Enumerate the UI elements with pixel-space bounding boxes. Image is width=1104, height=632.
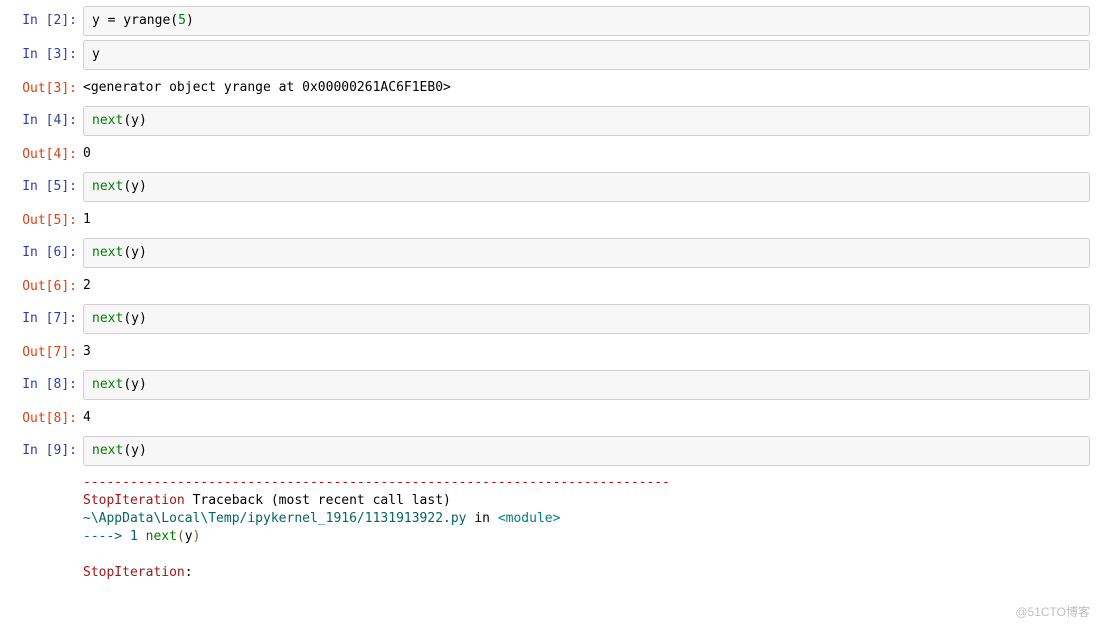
- output-prompt: Out[3]:: [8, 74, 83, 102]
- watermark: @51CTO博客: [1015, 603, 1090, 620]
- notebook-cell: Out[7]:3: [8, 338, 1096, 366]
- notebook-cell: In [9]:next(y): [8, 436, 1096, 466]
- notebook-cell: Out[6]:2: [8, 272, 1096, 300]
- output-prompt: Out[5]:: [8, 206, 83, 234]
- traceback-line: StopIteration Traceback (most recent cal…: [83, 492, 1090, 510]
- notebook-cell: In [7]:next(y): [8, 304, 1096, 334]
- notebook-cell: Out[3]:<generator object yrange at 0x000…: [8, 74, 1096, 102]
- output-text: <generator object yrange at 0x00000261AC…: [83, 74, 1090, 102]
- code-input[interactable]: y: [83, 40, 1090, 70]
- notebook-cell: Out[4]:0: [8, 140, 1096, 168]
- output-prompt: Out[7]:: [8, 338, 83, 366]
- code-input[interactable]: next(y): [83, 436, 1090, 466]
- notebook-cell: In [5]:next(y): [8, 172, 1096, 202]
- output-prompt: Out[4]:: [8, 140, 83, 168]
- notebook-container: In [2]:y = yrange(5)In [3]:yOut[3]:<gene…: [0, 0, 1104, 596]
- notebook-cell: In [3]:y: [8, 40, 1096, 70]
- code-input[interactable]: y = yrange(5): [83, 6, 1090, 36]
- code-input[interactable]: next(y): [83, 238, 1090, 268]
- output-text: 0: [83, 140, 1090, 168]
- code-input[interactable]: next(y): [83, 304, 1090, 334]
- traceback-line: ----------------------------------------…: [83, 474, 1090, 492]
- notebook-cell: ----------------------------------------…: [8, 470, 1096, 586]
- code-input[interactable]: next(y): [83, 370, 1090, 400]
- traceback-prompt: [8, 470, 83, 586]
- traceback-line: [83, 546, 1090, 564]
- traceback: ----------------------------------------…: [83, 470, 1090, 586]
- input-prompt: In [3]:: [8, 40, 83, 70]
- code-input[interactable]: next(y): [83, 106, 1090, 136]
- notebook-cell: Out[5]:1: [8, 206, 1096, 234]
- input-prompt: In [5]:: [8, 172, 83, 202]
- output-text: 1: [83, 206, 1090, 234]
- notebook-cell: In [8]:next(y): [8, 370, 1096, 400]
- code-input[interactable]: next(y): [83, 172, 1090, 202]
- input-prompt: In [9]:: [8, 436, 83, 466]
- output-text: 3: [83, 338, 1090, 366]
- traceback-line: StopIteration:: [83, 564, 1090, 582]
- input-prompt: In [8]:: [8, 370, 83, 400]
- notebook-cell: In [2]:y = yrange(5): [8, 6, 1096, 36]
- output-prompt: Out[8]:: [8, 404, 83, 432]
- input-prompt: In [7]:: [8, 304, 83, 334]
- notebook-cell: Out[8]:4: [8, 404, 1096, 432]
- notebook-cell: In [6]:next(y): [8, 238, 1096, 268]
- traceback-line: ~\AppData\Local\Temp/ipykernel_1916/1131…: [83, 510, 1090, 528]
- output-text: 2: [83, 272, 1090, 300]
- notebook-cell: In [4]:next(y): [8, 106, 1096, 136]
- input-prompt: In [6]:: [8, 238, 83, 268]
- input-prompt: In [2]:: [8, 6, 83, 36]
- output-prompt: Out[6]:: [8, 272, 83, 300]
- input-prompt: In [4]:: [8, 106, 83, 136]
- traceback-line: ----> 1 next(y): [83, 528, 1090, 546]
- output-text: 4: [83, 404, 1090, 432]
